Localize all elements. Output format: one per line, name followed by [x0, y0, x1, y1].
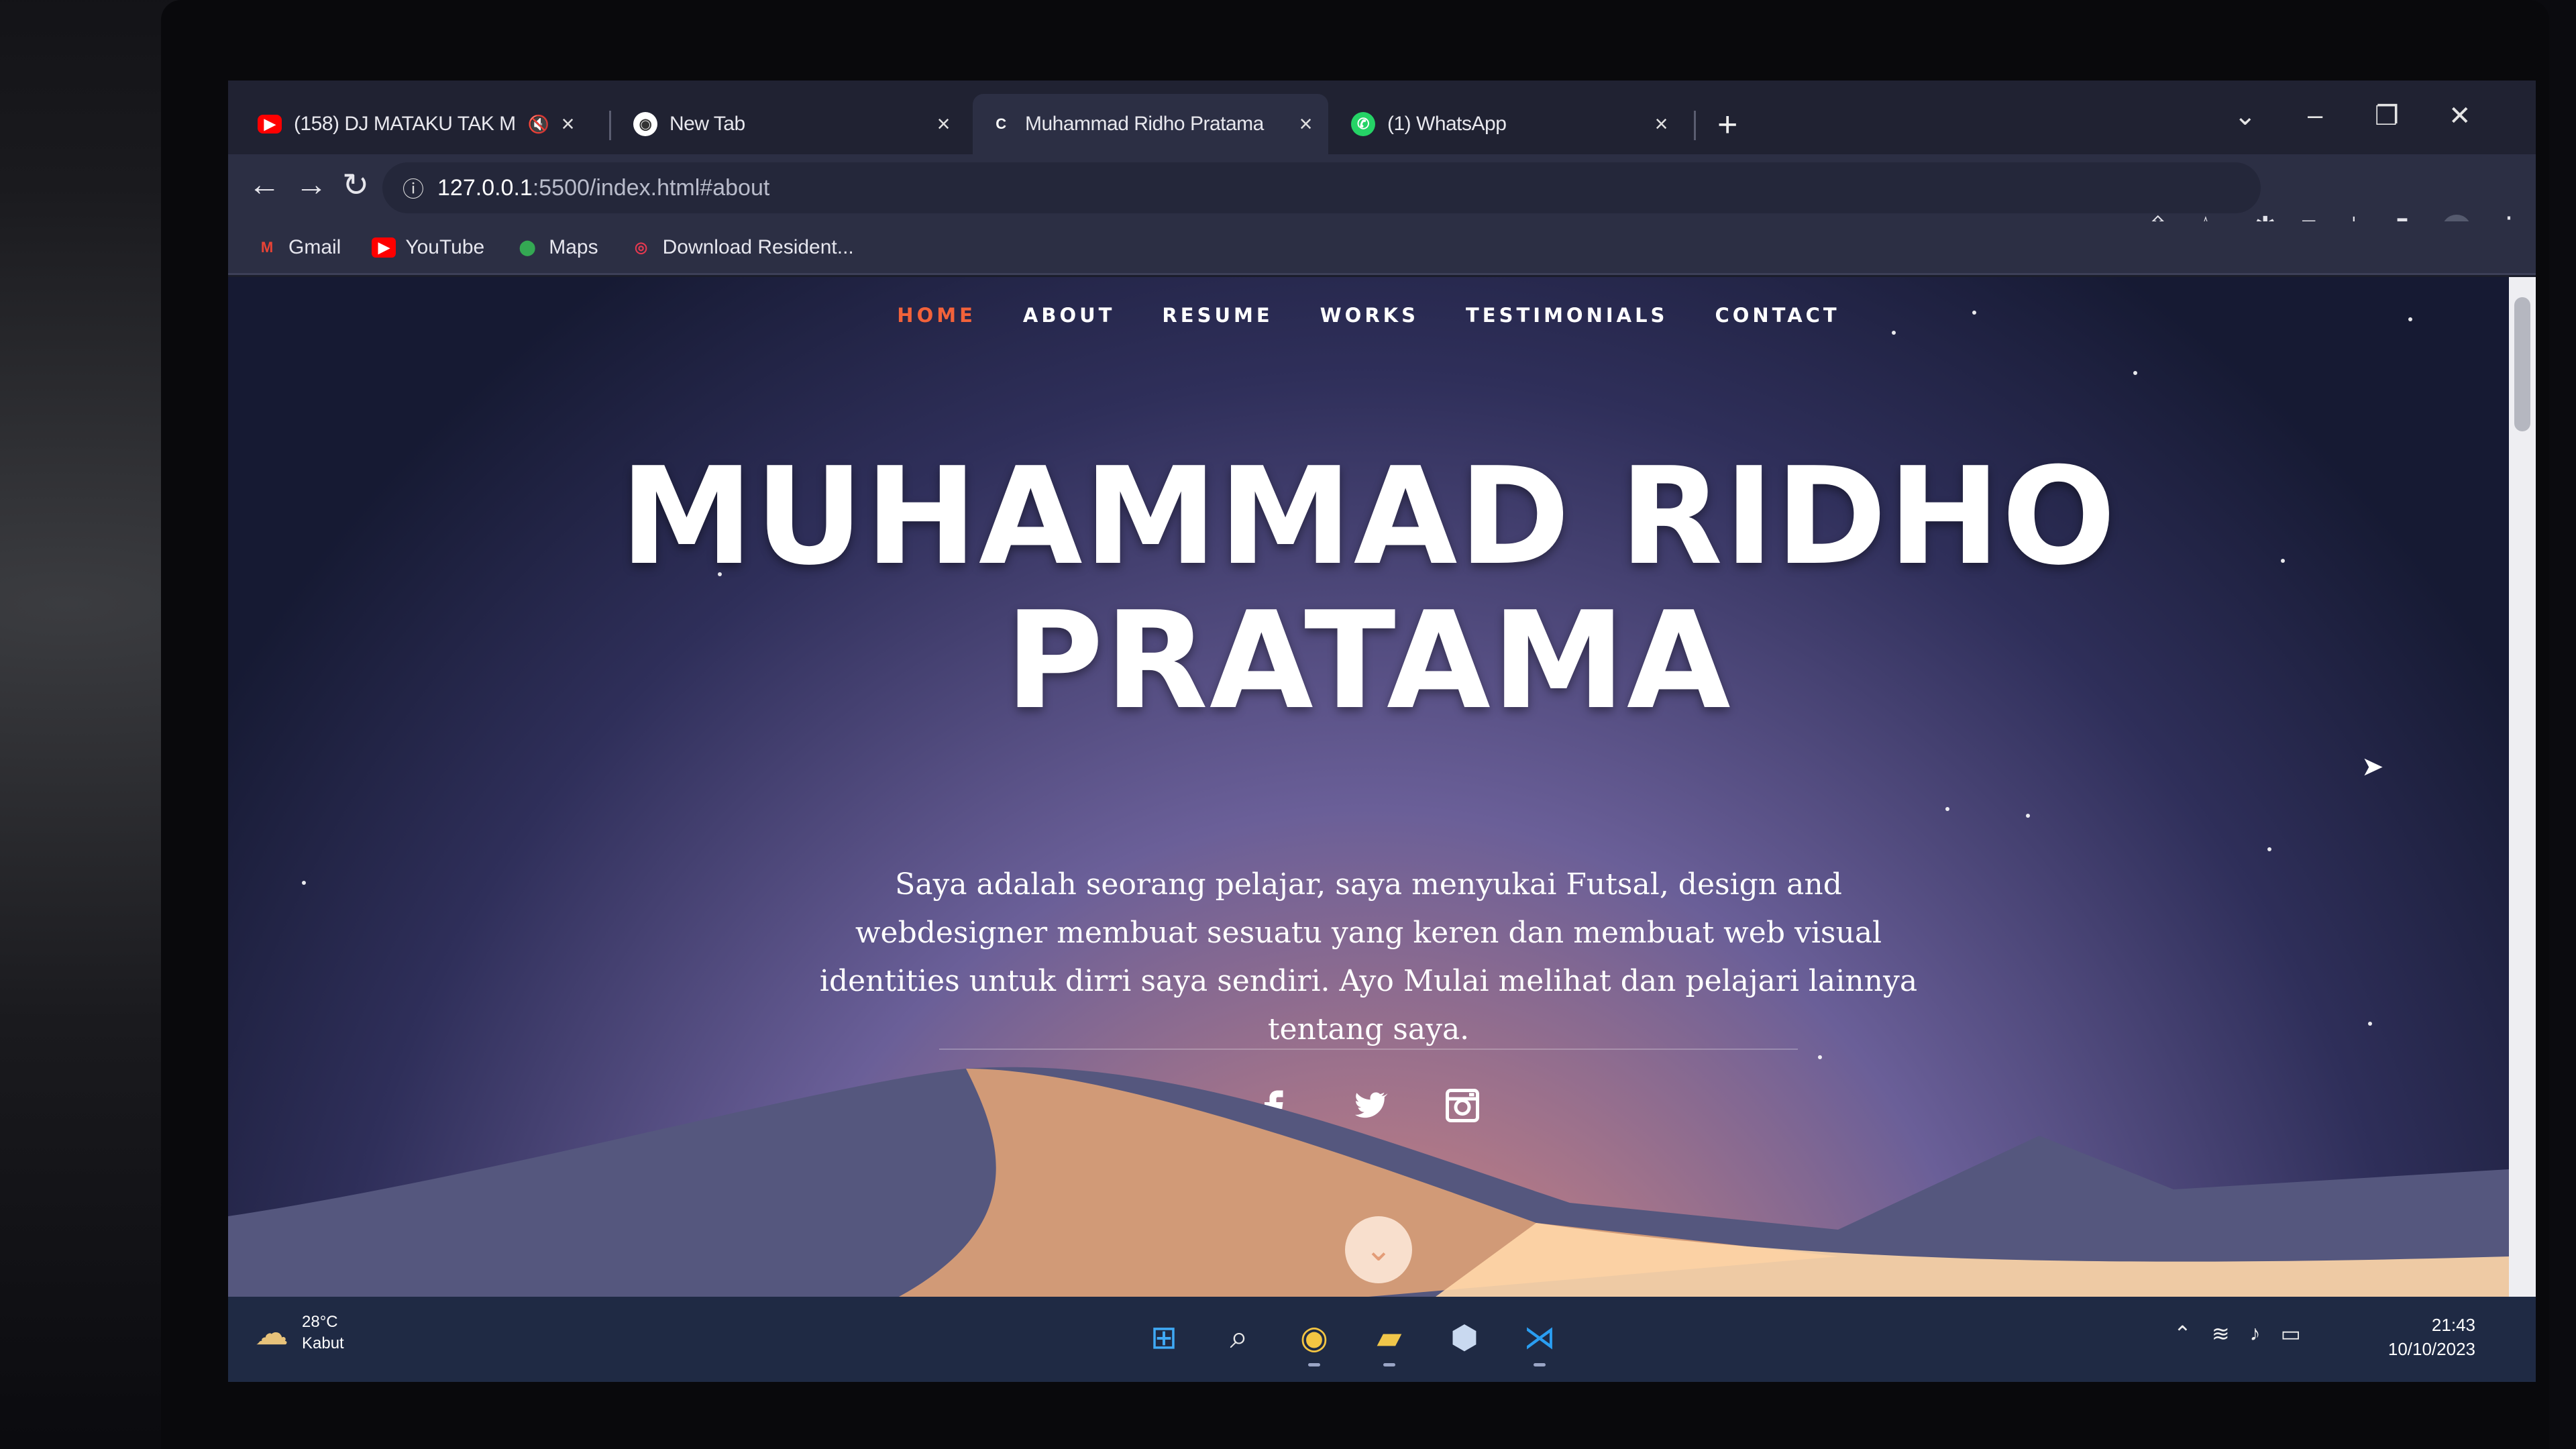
scrollbar-thumb[interactable]: [2514, 297, 2530, 431]
clock-time: 21:43: [2431, 1315, 2475, 1335]
search-icon[interactable]: ⌕: [1216, 1314, 1263, 1361]
weather-temperature: 28°C: [302, 1313, 338, 1331]
portfolio-page: HOME ABOUT RESUME WORKS TESTIMONIALS CON…: [228, 277, 2509, 1297]
bookmark-maps[interactable]: ⬤ Maps: [515, 236, 598, 259]
star-decoration: [2026, 814, 2030, 818]
hero-title-line1: MUHAMMAD RIDHO: [620, 439, 2117, 595]
fog-weather-icon: ☁: [255, 1314, 288, 1352]
wifi-icon[interactable]: ≋: [2212, 1321, 2230, 1346]
minimize-icon[interactable]: –: [2308, 101, 2322, 131]
address-path: :5500/index.html#about: [532, 174, 770, 201]
weather-widget[interactable]: ☁ 28°C Kabut: [255, 1311, 344, 1354]
tab-close-icon[interactable]: ×: [937, 111, 951, 138]
address-host: 127.0.0.1: [437, 174, 533, 201]
bookmark-download-resident[interactable]: ◎ Download Resident...: [629, 236, 854, 259]
restore-icon[interactable]: ❐: [2375, 101, 2399, 131]
site-info-icon[interactable]: ⓘ: [402, 172, 424, 203]
maps-pin-icon: ⬤: [519, 238, 536, 256]
battery-icon[interactable]: ▭: [2281, 1321, 2301, 1346]
youtube-icon: ▶: [372, 237, 396, 258]
tab-youtube[interactable]: ▶ (158) DJ MATAKU TAK MAU 🔇 ×: [241, 94, 590, 154]
taskbar-clock[interactable]: 21:43 10/10/2023: [2341, 1313, 2475, 1361]
tab-title: New Tab: [669, 113, 745, 135]
new-tab-plus-icon[interactable]: +: [1717, 107, 1737, 142]
tab-title: (1) WhatsApp: [1387, 113, 1507, 135]
address-bar[interactable]: ⓘ 127.0.0.1:5500/index.html#about: [382, 162, 2261, 213]
nav-resume[interactable]: RESUME: [1162, 304, 1273, 327]
close-window-icon[interactable]: ✕: [2449, 101, 2471, 131]
nav-contact[interactable]: CONTACT: [1715, 304, 1839, 327]
star-decoration: [2267, 847, 2271, 851]
nav-testimonials[interactable]: TESTIMONIALS: [1466, 304, 1668, 327]
star-decoration: [302, 881, 306, 885]
bookmark-label: Maps: [549, 235, 598, 258]
tab-close-icon[interactable]: ×: [561, 111, 575, 138]
tab-portfolio[interactable]: C Muhammad Ridho Pratama ×: [973, 94, 1328, 154]
scroll-down-button[interactable]: ⌄: [1345, 1216, 1412, 1283]
hero-description: Saya adalah seorang pelajar, saya menyuk…: [819, 867, 1918, 1046]
hero-title: MUHAMMAD RIDHO PRATAMA: [228, 445, 2509, 733]
file-explorer-icon[interactable]: ▰: [1366, 1314, 1413, 1366]
tab-title: (158) DJ MATAKU TAK MAU: [294, 113, 516, 135]
clock-date: 10/10/2023: [2387, 1339, 2475, 1359]
site-c-icon: C: [996, 115, 1006, 132]
chevron-down-icon: ⌄: [1364, 1232, 1393, 1268]
volume-icon[interactable]: ♪: [2250, 1321, 2261, 1346]
reload-icon[interactable]: ↻: [342, 166, 369, 204]
mouse-cursor-icon: ➤: [2361, 752, 2384, 782]
chrome-icon[interactable]: ◉: [1291, 1314, 1338, 1366]
tab-title: Muhammad Ridho Pratama: [1025, 113, 1264, 135]
bookmark-label: Gmail: [288, 235, 341, 258]
bookmark-youtube[interactable]: ▶ YouTube: [372, 236, 484, 259]
vscode-icon[interactable]: ⋊: [1516, 1314, 1563, 1366]
nav-about[interactable]: ABOUT: [1023, 304, 1116, 327]
bookmark-gmail[interactable]: M Gmail: [255, 236, 341, 259]
browser-toolbar: ← → ↻ ⓘ 127.0.0.1:5500/index.html#about: [228, 154, 2536, 221]
tab-close-icon[interactable]: ×: [1299, 111, 1313, 138]
tab-search-chevron-icon[interactable]: ⌄: [2234, 101, 2257, 131]
whatsapp-icon: ✆: [1351, 112, 1375, 136]
forward-arrow-icon[interactable]: →: [295, 166, 327, 203]
tab-separator: [609, 111, 611, 140]
hero-title-line2: PRATAMA: [1005, 583, 1732, 739]
star-decoration: [2368, 1022, 2372, 1026]
hero-divider: [939, 1049, 1798, 1050]
app-cube-icon[interactable]: ⬢: [1441, 1314, 1488, 1361]
windows-start-icon[interactable]: ⊞: [1140, 1314, 1187, 1361]
back-arrow-icon[interactable]: ←: [248, 166, 280, 203]
star-decoration: [1945, 807, 1949, 811]
windows-taskbar: ☁ 28°C Kabut ⊞ ⌕ ◉ ▰ ⬢ ⋊ ⌃ ≋ ♪ ▭ 21:43 1…: [228, 1297, 2536, 1382]
download-site-icon: ◎: [634, 238, 648, 256]
site-navigation: HOME ABOUT RESUME WORKS TESTIMONIALS CON…: [228, 304, 2509, 327]
chevron-up-icon[interactable]: ⌃: [2174, 1321, 2192, 1346]
chrome-icon: ◉: [633, 112, 657, 136]
tab-whatsapp[interactable]: ✆ (1) WhatsApp ×: [1335, 94, 1684, 154]
weather-description: Kabut: [302, 1334, 344, 1352]
bookmarks-bar: M Gmail ▶ YouTube ⬤ Maps ◎ Download Resi…: [228, 221, 2536, 275]
tab-new-tab[interactable]: ◉ New Tab ×: [617, 94, 966, 154]
star-decoration: [1892, 331, 1896, 335]
taskbar-apps: ⊞ ⌕ ◉ ▰ ⬢ ⋊: [1140, 1314, 1563, 1366]
star-decoration: [2133, 371, 2137, 375]
speaker-muted-icon[interactable]: 🔇: [528, 114, 549, 135]
nav-works[interactable]: WORKS: [1320, 304, 1419, 327]
laptop-screen: ▶ (158) DJ MATAKU TAK MAU 🔇 × ◉ New Tab …: [228, 80, 2536, 1382]
nav-home[interactable]: HOME: [897, 304, 976, 327]
system-tray: ⌃ ≋ ♪ ▭: [2174, 1321, 2301, 1346]
tab-strip: ▶ (158) DJ MATAKU TAK MAU 🔇 × ◉ New Tab …: [228, 80, 2536, 154]
bookmark-label: Download Resident...: [662, 235, 854, 258]
youtube-icon: ▶: [258, 115, 282, 133]
tab-separator: [1694, 111, 1696, 140]
page-scrollbar[interactable]: [2509, 277, 2536, 1297]
gmail-icon: M: [260, 238, 274, 256]
tab-close-icon[interactable]: ×: [1655, 111, 1668, 138]
bookmark-label: YouTube: [405, 235, 485, 258]
